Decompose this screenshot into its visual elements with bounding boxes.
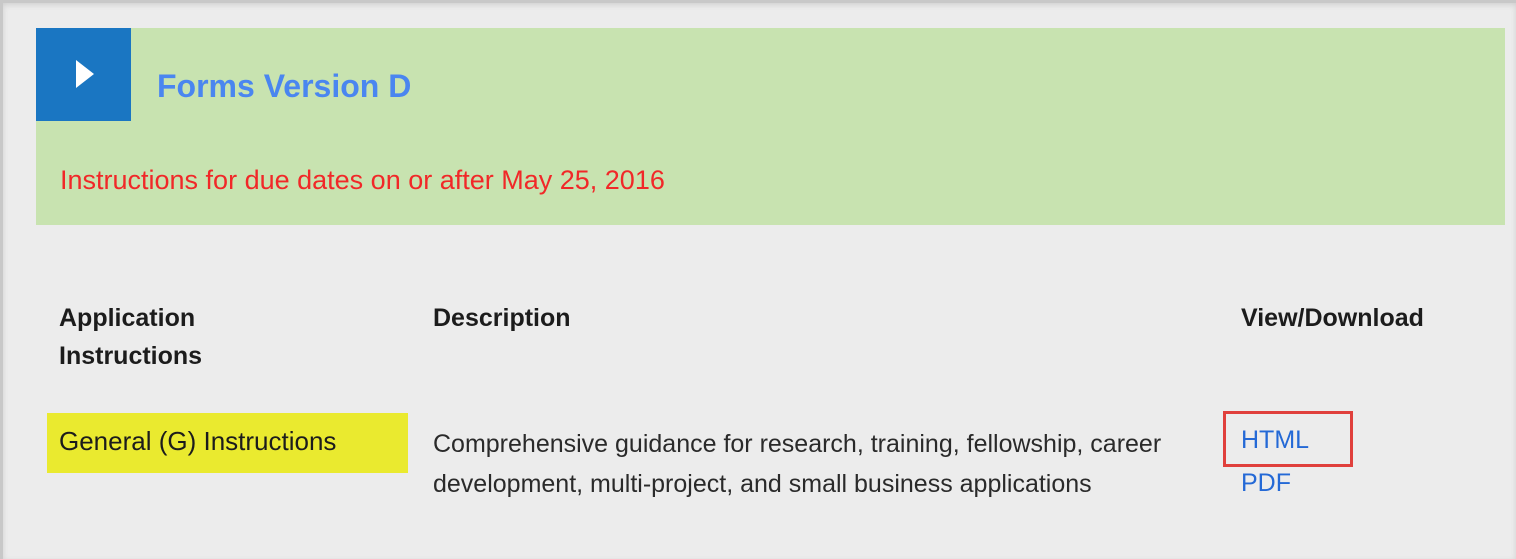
forms-version-panel-header[interactable]: Forms Version D Instructions for due dat…	[36, 28, 1505, 225]
column-header-application: Application Instructions	[59, 304, 203, 370]
application-name: General (G) Instructions	[59, 426, 337, 456]
application-description: Comprehensive guidance for research, tra…	[433, 430, 1162, 498]
chevron-right-icon	[76, 60, 94, 88]
column-header-description: Description	[433, 304, 571, 332]
callout-outline	[1223, 411, 1353, 467]
panel-title[interactable]: Forms Version D	[157, 68, 411, 105]
panel-subtitle: Instructions for due dates on or after M…	[60, 165, 665, 195]
page-frame: Forms Version D Instructions for due dat…	[0, 0, 1516, 559]
pdf-download-link[interactable]: PDF	[1241, 469, 1291, 498]
column-header-view-download: View/Download	[1241, 304, 1424, 332]
expand-toggle-button[interactable]	[36, 28, 131, 121]
